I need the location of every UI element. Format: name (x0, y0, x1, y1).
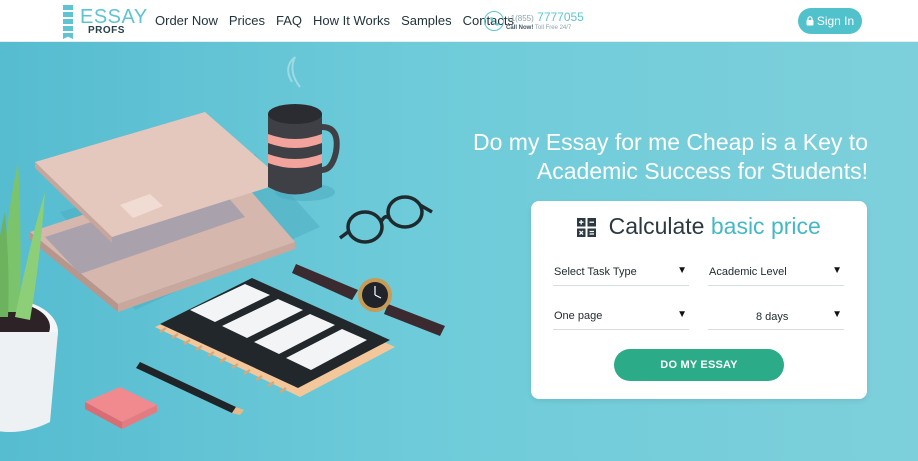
calculator-heading: Calculate basic price (531, 213, 867, 240)
do-my-essay-button[interactable]: DO MY ESSAY (614, 349, 784, 381)
sign-in-label: Sign In (816, 14, 855, 28)
calculator-heading-main: Calculate (608, 213, 705, 239)
glasses (338, 195, 433, 244)
logo-mark-icon (63, 5, 73, 39)
nav-prices[interactable]: Prices (229, 13, 265, 29)
chevron-down-icon: ▼ (677, 265, 687, 276)
calculator-icon (577, 218, 597, 237)
hero-title: Do my Essay for me Cheap is a Key to Aca… (440, 128, 868, 186)
coffee-mug (268, 114, 322, 195)
deadline-select[interactable]: 8 days ▼ (708, 300, 844, 330)
phone-contact[interactable]: +1(855) 7777055 Call Now! Toll Free 24/7 (484, 10, 584, 34)
main-nav: Order Now Prices FAQ How It Works Sample… (155, 13, 525, 29)
nav-faq[interactable]: FAQ (276, 13, 302, 29)
toll-free-label: Toll Free 24/7 (534, 25, 572, 31)
hero-title-line1: Do my Essay for me Cheap is a Key to (473, 129, 868, 155)
chevron-down-icon: ▼ (677, 309, 687, 320)
nav-how-it-works[interactable]: How It Works (313, 13, 390, 29)
desk-illustration (0, 56, 445, 432)
academic-level-value: Academic Level (709, 266, 787, 278)
pages-select[interactable]: One page ▼ (553, 300, 689, 330)
chevron-down-icon: ▼ (832, 309, 842, 320)
pages-value: One page (554, 310, 603, 322)
phone-prefix: +1(855) (506, 14, 534, 23)
deadline-value: 8 days (756, 311, 789, 323)
task-type-value: Select Task Type (554, 266, 637, 278)
phone-digits: 7777055 (537, 10, 584, 24)
lock-icon (806, 16, 814, 26)
academic-level-select[interactable]: Academic Level ▼ (708, 256, 844, 286)
logo-text-profs: PROFS (88, 25, 125, 36)
phone-number: +1(855) 7777055 (506, 11, 584, 25)
chevron-down-icon: ▼ (832, 265, 842, 276)
nav-order-now[interactable]: Order Now (155, 13, 218, 29)
essay-profs-logo[interactable]: ESSAY PROFS (60, 5, 147, 39)
phone-icon (484, 11, 504, 31)
site-header: ESSAY PROFS Order Now Prices FAQ How It … (0, 0, 918, 42)
call-now-label: Call Now! (506, 25, 534, 31)
hero-title-line2: Academic Success for Students! (536, 158, 868, 184)
phone-subtext: Call Now! Toll Free 24/7 (506, 25, 571, 31)
sign-in-button[interactable]: Sign In (798, 8, 862, 34)
potted-plant (0, 162, 58, 432)
nav-samples[interactable]: Samples (401, 13, 452, 29)
task-type-select[interactable]: Select Task Type ▼ (553, 256, 689, 286)
calculator-heading-accent: basic price (710, 213, 821, 239)
price-calculator: Calculate basic price Select Task Type ▼… (531, 201, 867, 399)
